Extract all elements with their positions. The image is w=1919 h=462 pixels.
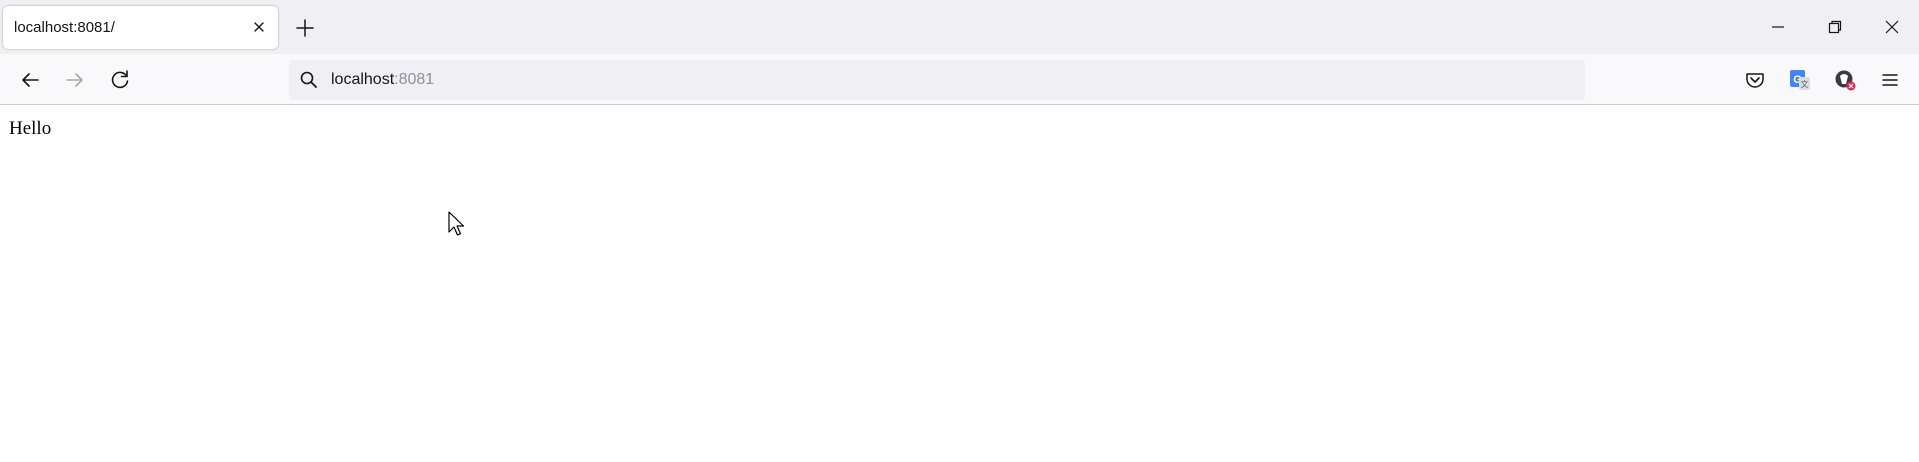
minimize-icon[interactable]: [1765, 14, 1791, 40]
navigation-bar: localhost:8081 G 文: [0, 54, 1919, 105]
browser-tab[interactable]: localhost:8081/: [3, 6, 278, 49]
page-content: Hello: [0, 106, 1919, 462]
new-tab-plus-icon[interactable]: [292, 15, 318, 41]
tab-strip: localhost:8081/: [0, 0, 1919, 54]
page-text: Hello: [9, 118, 52, 139]
url-text[interactable]: localhost:8081: [331, 71, 434, 89]
close-window-icon[interactable]: [1879, 14, 1905, 40]
svg-text:文: 文: [1801, 79, 1809, 89]
translate-icon[interactable]: G 文: [1786, 66, 1814, 94]
tab-close-icon[interactable]: [250, 18, 268, 36]
extension-icon[interactable]: [1831, 66, 1859, 94]
pocket-icon[interactable]: [1741, 66, 1769, 94]
search-icon: [299, 70, 319, 90]
tab-title: localhost:8081/: [14, 19, 115, 36]
hamburger-menu-icon[interactable]: [1876, 66, 1904, 94]
url-port: :8081: [394, 71, 435, 88]
reload-icon[interactable]: [106, 66, 134, 94]
url-host: localhost: [331, 71, 395, 88]
back-arrow-icon[interactable]: [16, 66, 44, 94]
restore-icon[interactable]: [1822, 14, 1848, 40]
mouse-cursor-icon: [447, 210, 467, 238]
forward-arrow-icon[interactable]: [61, 66, 89, 94]
address-bar[interactable]: localhost:8081: [289, 60, 1585, 100]
